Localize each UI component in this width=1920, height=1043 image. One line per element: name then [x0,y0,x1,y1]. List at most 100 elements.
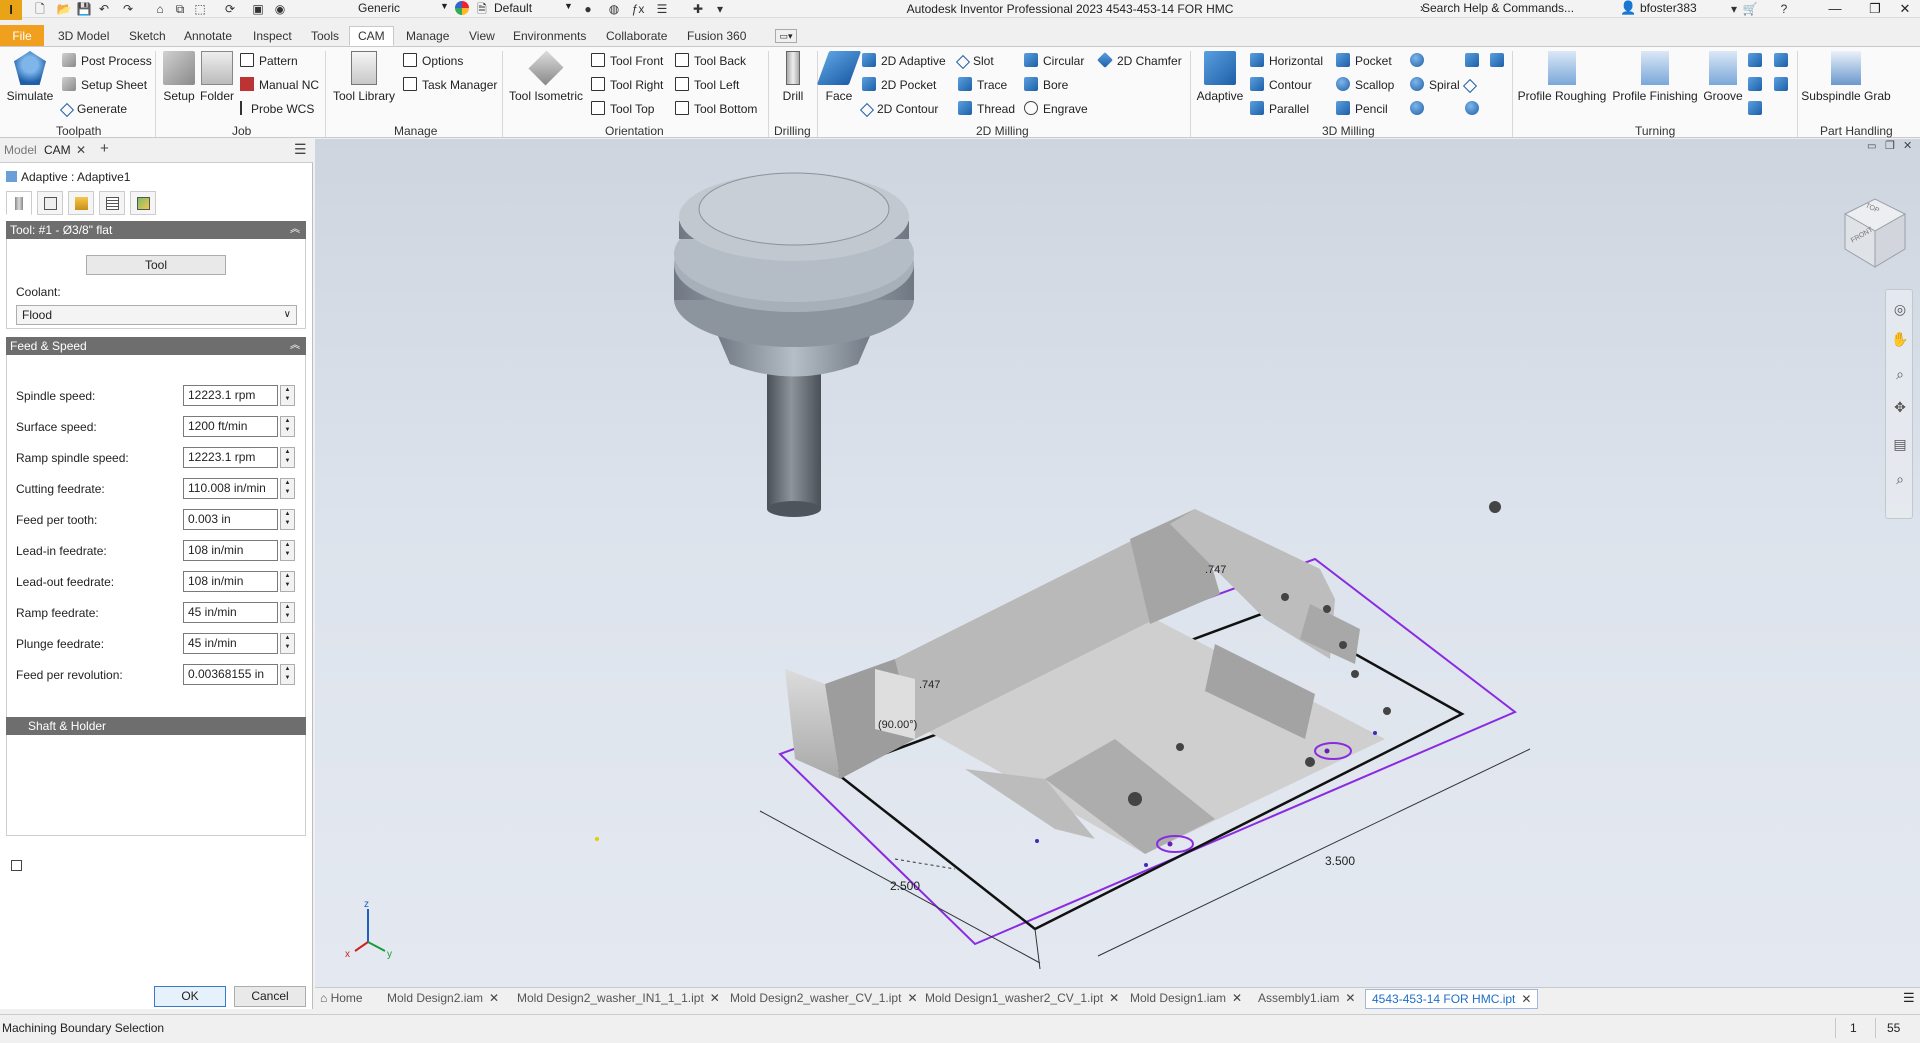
tab-list-menu-icon[interactable]: ☰ [1903,990,1915,1006]
project-button[interactable] [1462,75,1480,95]
options-button[interactable]: Options [403,51,463,71]
steering-wheel-icon[interactable]: ◎ [1891,300,1909,318]
minimize-button[interactable]: — [1820,0,1850,18]
pencil-button[interactable]: Pencil [1336,99,1388,119]
tab-cam[interactable]: CAM [349,26,394,46]
spinner-arrows-icon[interactable]: ▲ ▼ [280,571,295,592]
doc-tab-active[interactable]: 4543-453-14 FOR HMC.ipt ✕ [1365,989,1539,1009]
simulate-button[interactable]: Simulate [4,51,56,103]
select-tool-button[interactable]: Tool [86,255,226,275]
trace-button[interactable]: Trace [958,75,1007,95]
feed-speed-input[interactable]: 12223.1 rpm [183,447,278,468]
slot-button[interactable]: Slot [955,51,994,71]
collapse-icon[interactable]: ︽ [290,337,300,355]
task-manager-button[interactable]: Task Manager [403,75,497,95]
feed-speed-input[interactable]: 45 in/min [183,602,278,623]
tool-front-button[interactable]: Tool Front [591,51,663,71]
orbit-icon[interactable]: ✥ [1891,398,1909,416]
tab-geometry[interactable] [37,191,63,215]
subspindle-grab-button[interactable]: Subspindle Grab [1800,51,1892,103]
doc-tab[interactable]: Assembly1.iam ✕ [1258,991,1355,1005]
doc-tab[interactable]: Mold Design2_washer_IN1_1_1.ipt ✕ [517,991,720,1005]
doc-tab[interactable]: Mold Design1.iam ✕ [1130,991,1242,1005]
feed-speed-input[interactable]: 45 in/min [183,633,278,654]
feed-speed-input[interactable]: 12223.1 rpm [183,385,278,406]
user-icon[interactable]: 👤 [1620,0,1636,16]
post-process-button[interactable]: Post Process [62,51,152,71]
zoom-window-icon[interactable]: ⌕ [1891,470,1909,488]
flow-button[interactable] [1465,51,1484,71]
user-name[interactable]: bfoster383 [1640,1,1697,15]
doc-tab[interactable]: Mold Design2_washer_CV_1.ipt ✕ [730,991,918,1005]
morph-button[interactable] [1410,51,1429,71]
tab-manage[interactable]: Manage [398,27,457,47]
drill-button[interactable]: Drill [772,51,814,103]
spinner-arrows-icon[interactable]: ▲ ▼ [280,447,295,468]
turning-face-button[interactable] [1748,51,1767,71]
2d-pocket-button[interactable]: 2D Pocket [862,75,936,95]
feed-speed-input[interactable]: 1200 ft/min [183,416,278,437]
tab-heights[interactable] [68,191,94,215]
turning-thread-button[interactable] [1748,99,1767,119]
tab-tools[interactable]: Tools [303,27,347,47]
close-icon[interactable]: ✕ [489,991,499,1005]
face-button[interactable]: Face [816,51,862,103]
hamburger-menu-icon[interactable]: ☰ [294,141,307,158]
tab-tool[interactable] [6,191,32,215]
minimize-view-icon[interactable]: ▭ [1867,141,1876,152]
tool-back-button[interactable]: Tool Back [675,51,746,71]
doc-tab[interactable]: ⌂ Home [320,991,363,1005]
feed-speed-input[interactable]: 110.008 in/min [183,478,278,499]
pattern-button[interactable]: Pattern [240,51,298,71]
tool-right-button[interactable]: Tool Right [591,75,663,95]
tool-top-button[interactable]: Tool Top [591,99,654,119]
tool-left-button[interactable]: Tool Left [675,75,739,95]
setup-sheet-button[interactable]: Setup Sheet [62,75,147,95]
turning-part-button[interactable] [1774,51,1793,71]
tab-passes[interactable] [99,191,125,215]
chevron-down-icon[interactable]: ∨ [284,306,291,324]
tool-library-button[interactable]: Tool Library [330,51,398,103]
model-canvas[interactable]: z x y [315,139,1920,987]
tab-file[interactable]: File [0,25,44,47]
restore-view-icon[interactable]: ❐ [1885,139,1895,152]
2d-adaptive-button[interactable]: 2D Adaptive [862,51,946,71]
tab-annotate[interactable]: Annotate [176,27,240,47]
engrave-button[interactable]: Engrave [1024,99,1088,119]
chevron-down-icon[interactable]: ▾ [1726,2,1742,16]
tab-fusion-360[interactable]: Fusion 360 [679,27,754,47]
tool-section-header[interactable]: Tool: #1 - Ø3/8" flat ︽ [6,221,306,239]
thread-button[interactable]: Thread [958,99,1015,119]
generate-button[interactable]: Generate [59,99,127,119]
adaptive-button[interactable]: Adaptive [1194,51,1246,103]
feed-speed-input[interactable]: 108 in/min [183,540,278,561]
close-view-icon[interactable]: ✕ [1903,139,1912,152]
radial-button[interactable] [1410,99,1429,119]
turning-drill-button[interactable] [1774,75,1793,95]
parallel-button[interactable]: Parallel [1250,99,1309,119]
scallop-button[interactable]: Scallop [1336,75,1394,95]
pan-icon[interactable]: ✋ [1891,330,1909,348]
spinner-arrows-icon[interactable]: ▲ ▼ [280,664,295,685]
tab-environments[interactable]: Environments [505,27,594,47]
profile-roughing-button[interactable]: Profile Roughing [1516,51,1608,103]
ok-button[interactable]: OK [154,986,226,1007]
spinner-arrows-icon[interactable]: ▲ ▼ [280,540,295,561]
look-at-icon[interactable]: ▤ [1891,435,1909,453]
feed-speed-input[interactable]: 108 in/min [183,571,278,592]
restore-button[interactable]: ❐ [1860,0,1890,18]
close-icon[interactable]: ✕ [907,991,917,1005]
tab-inspect[interactable]: Inspect [245,27,300,47]
close-icon[interactable]: ✕ [1109,991,1119,1005]
tool-isometric-button[interactable]: Tool Isometric [506,50,586,103]
doc-tab[interactable]: Mold Design1_washer2_CV_1.ipt ✕ [925,991,1119,1005]
pocket-button[interactable]: Pocket [1336,51,1392,71]
search-help-input[interactable]: Search Help & Commands... [1422,1,1574,15]
close-button[interactable]: ✕ [1890,0,1920,18]
groove-button[interactable]: Groove [1700,51,1746,103]
steep-shallow-button[interactable] [1490,51,1509,71]
tab-view[interactable]: View [461,27,503,47]
tab-cam-browser[interactable]: CAM [44,143,71,157]
tab-collaborate[interactable]: Collaborate [598,27,675,47]
zoom-icon[interactable]: ⌕ [1891,365,1909,383]
